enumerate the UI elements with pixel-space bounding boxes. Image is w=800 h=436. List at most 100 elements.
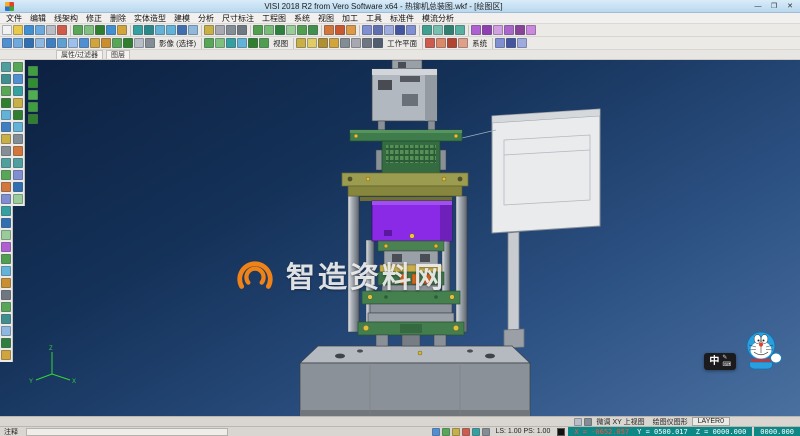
toolbar-icon[interactable] xyxy=(506,38,516,48)
snap-mode-icon[interactable] xyxy=(482,428,490,436)
snap-mode-icon[interactable] xyxy=(432,428,440,436)
toolbar-icon[interactable] xyxy=(13,122,23,132)
toolbar-icon[interactable] xyxy=(275,25,285,35)
toolbar-icon[interactable] xyxy=(123,38,133,48)
close-button[interactable]: ✕ xyxy=(782,1,798,12)
toolbar-icon[interactable] xyxy=(133,25,143,35)
toolbar-icon[interactable] xyxy=(204,38,214,48)
toolbar-icon[interactable] xyxy=(259,38,269,48)
toolbar-icon[interactable] xyxy=(226,38,236,48)
toolbar-icon[interactable] xyxy=(73,25,83,35)
toolbar-icon[interactable] xyxy=(101,38,111,48)
toolbar-icon[interactable] xyxy=(340,38,350,48)
toolbar-icon[interactable] xyxy=(1,338,11,348)
toolbar-icon[interactable] xyxy=(504,25,514,35)
ime-toolbar[interactable]: 中 ✎ ⌨ xyxy=(704,353,736,370)
color-swatch[interactable] xyxy=(557,428,565,436)
menu-item[interactable]: 工程图 xyxy=(258,13,290,24)
toolbar-icon[interactable] xyxy=(24,25,34,35)
toolbar-icon[interactable] xyxy=(46,25,56,35)
menu-item[interactable]: 线架构 xyxy=(50,13,82,24)
cad-base-plate[interactable] xyxy=(300,346,530,416)
menu-item[interactable]: 模流分析 xyxy=(418,13,458,24)
toolbar-icon[interactable] xyxy=(1,74,11,84)
toolbar-icon[interactable] xyxy=(215,38,225,48)
toolbar-icon[interactable] xyxy=(1,314,11,324)
toolbar-icon[interactable] xyxy=(13,38,23,48)
toolbar-icon[interactable] xyxy=(2,38,12,48)
menu-item[interactable]: 建模 xyxy=(170,13,194,24)
menu-item[interactable]: 编辑 xyxy=(26,13,50,24)
toolbar-icon[interactable] xyxy=(95,25,105,35)
toolbar-icon[interactable] xyxy=(226,25,236,35)
active-view-label[interactable]: 微调 XY 上视图 xyxy=(593,417,649,427)
toolbar-icon[interactable] xyxy=(155,25,165,35)
toolbar-icon[interactable] xyxy=(90,38,100,48)
toolbar-icon[interactable] xyxy=(444,25,454,35)
menu-item[interactable]: 分析 xyxy=(194,13,218,24)
toolbar-icon[interactable] xyxy=(57,38,67,48)
menu-item[interactable]: 删除 xyxy=(106,13,130,24)
toolbar-icon[interactable] xyxy=(324,25,334,35)
cad-upper-plates[interactable] xyxy=(342,130,468,201)
cad-model[interactable]: Z X Y xyxy=(0,60,800,416)
menu-item[interactable]: 修正 xyxy=(82,13,106,24)
toolbar-icon[interactable] xyxy=(1,302,11,312)
toolbar-icon[interactable] xyxy=(237,38,247,48)
toolbar-icon[interactable] xyxy=(458,38,468,48)
toolbar-icon[interactable] xyxy=(79,38,89,48)
snap-mode-icon[interactable] xyxy=(472,428,480,436)
toolbar-icon[interactable] xyxy=(455,25,465,35)
maximize-button[interactable]: ❐ xyxy=(766,1,782,12)
toolbar-icon[interactable] xyxy=(447,38,457,48)
toolbar-icon[interactable] xyxy=(1,122,11,132)
toolbar-icon[interactable] xyxy=(215,25,225,35)
panel-tab[interactable]: 图层 xyxy=(106,50,130,59)
toolbar-icon[interactable] xyxy=(433,25,443,35)
toolbar-icon[interactable] xyxy=(13,194,23,204)
toolbar-icon[interactable] xyxy=(35,25,45,35)
layer-selector[interactable]: LAYER0 xyxy=(692,417,730,426)
toolbar-icon[interactable] xyxy=(188,25,198,35)
toolbar-icon[interactable] xyxy=(13,98,23,108)
toolbar-icon[interactable] xyxy=(264,25,274,35)
toolbar-icon[interactable] xyxy=(422,25,432,35)
toolbar-icon[interactable] xyxy=(145,38,155,48)
toolbar-icon[interactable] xyxy=(248,38,258,48)
toolbar-icon[interactable] xyxy=(297,25,307,35)
toolbar-icon[interactable] xyxy=(57,25,67,35)
toolbar-icon[interactable] xyxy=(68,38,78,48)
ime-keyboard-icon[interactable]: ⌨ xyxy=(722,362,731,368)
toolbar-icon[interactable] xyxy=(346,25,356,35)
toolbar-icon[interactable] xyxy=(1,242,11,252)
toolbar-icon[interactable] xyxy=(335,25,345,35)
toolbar-icon[interactable] xyxy=(373,38,383,48)
toolbar-icon[interactable] xyxy=(13,74,23,84)
toolbar-icon[interactable] xyxy=(134,38,144,48)
toolbar-icon[interactable] xyxy=(84,25,94,35)
toolbar-icon[interactable] xyxy=(362,38,372,48)
toolbar-icon[interactable] xyxy=(1,158,11,168)
panel-tab[interactable]: 属性/过滤器 xyxy=(56,50,103,59)
view-cube-icon[interactable] xyxy=(28,114,38,124)
ime-pen-icon[interactable]: ✎ xyxy=(722,355,731,361)
toolbar-icon[interactable] xyxy=(112,38,122,48)
toolbar-icon[interactable] xyxy=(286,25,296,35)
menu-item[interactable]: 尺寸标注 xyxy=(218,13,258,24)
toolbar-icon[interactable] xyxy=(373,25,383,35)
toolbar-icon[interactable] xyxy=(117,25,127,35)
plotter-label[interactable]: 绘图仪图形 xyxy=(649,417,692,427)
cad-purple-block[interactable] xyxy=(372,201,452,241)
toolbar-icon[interactable] xyxy=(517,38,527,48)
status-nav-icon[interactable] xyxy=(574,418,582,426)
toolbar-icon[interactable] xyxy=(1,170,11,180)
toolbar-icon[interactable] xyxy=(1,278,11,288)
toolbar-icon[interactable] xyxy=(46,38,56,48)
menu-item[interactable]: 工具 xyxy=(362,13,386,24)
view-cube-icon[interactable] xyxy=(28,90,38,100)
cad-control-panel[interactable] xyxy=(462,109,600,348)
menu-item[interactable]: 文件 xyxy=(2,13,26,24)
snap-mode-icon[interactable] xyxy=(462,428,470,436)
menu-item[interactable]: 加工 xyxy=(338,13,362,24)
toolbar-icon[interactable] xyxy=(13,170,23,180)
